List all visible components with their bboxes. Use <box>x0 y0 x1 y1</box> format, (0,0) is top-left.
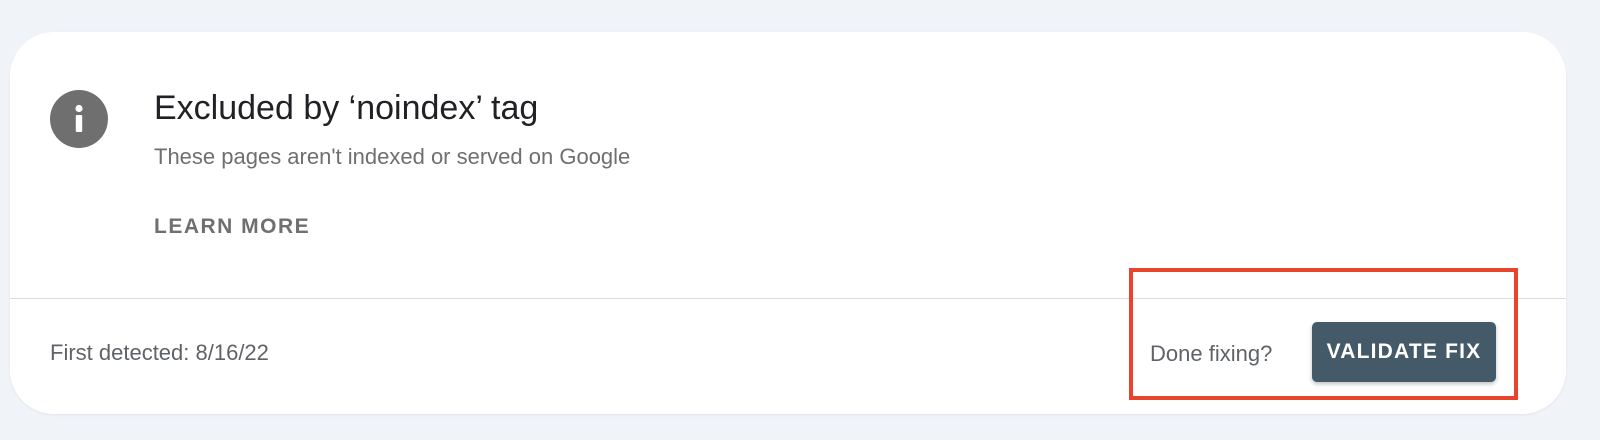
info-icon <box>50 90 108 148</box>
learn-more-link[interactable]: LEARN MORE <box>154 214 310 239</box>
done-fixing-prompt: Done fixing? <box>1150 341 1273 366</box>
issue-card: Excluded by ‘noindex’ tag These pages ar… <box>10 32 1566 414</box>
first-detected-date: First detected: 8/16/22 <box>50 340 269 365</box>
validate-fix-button[interactable]: VALIDATE FIX <box>1312 322 1496 382</box>
issue-title: Excluded by ‘noindex’ tag <box>154 89 539 127</box>
divider <box>10 298 1566 299</box>
issue-description: These pages aren't indexed or served on … <box>154 144 631 169</box>
